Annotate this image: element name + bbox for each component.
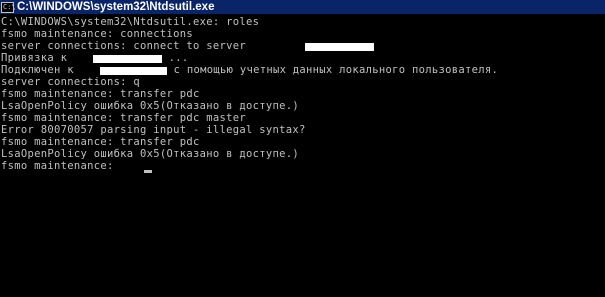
console-icon-glyph: C:\ [3, 2, 16, 11]
console-line: server connections: connect to server [1, 40, 246, 52]
console-line: Error 80070057 parsing input - illegal s… [1, 124, 306, 136]
console-line: server connections: q [1, 76, 141, 88]
console-line: fsmo maintenance: connections [1, 28, 194, 40]
console-line: fsmo maintenance: transfer pdc master [1, 112, 246, 124]
redacted-server-name [305, 43, 374, 51]
console-icon[interactable]: C:\ [1, 1, 16, 13]
console-line-suffix: ... [162, 52, 189, 64]
redacted-server-name [100, 67, 167, 75]
console-line: C:\WINDOWS\system32\Ntdsutil.exe: roles [1, 16, 260, 28]
console-prompt[interactable]: fsmo maintenance: [1, 160, 120, 172]
console-line: fsmo maintenance: transfer pdc [1, 136, 200, 148]
console-line: Привязка к [1, 52, 74, 64]
redacted-server-name [93, 55, 162, 63]
console-output[interactable]: C:\WINDOWS\system32\Ntdsutil.exe: roles … [1, 15, 604, 297]
console-line: fsmo maintenance: transfer pdc [1, 88, 200, 100]
title-bar[interactable]: C:\ C:\WINDOWS\system32\Ntdsutil.exe [0, 0, 605, 14]
console-line: Подключен к [1, 64, 81, 76]
text-cursor [144, 170, 152, 173]
console-line-suffix: с помощью учетных данных локального поль… [167, 64, 499, 76]
console-line: LsaOpenPolicy ошибка 0x5(Отказано в дост… [1, 100, 299, 112]
window-title: C:\WINDOWS\system32\Ntdsutil.exe [17, 1, 215, 13]
console-window: C:\ C:\WINDOWS\system32\Ntdsutil.exe C:\… [0, 0, 605, 297]
console-line: LsaOpenPolicy ошибка 0x5(Отказано в дост… [1, 148, 299, 160]
